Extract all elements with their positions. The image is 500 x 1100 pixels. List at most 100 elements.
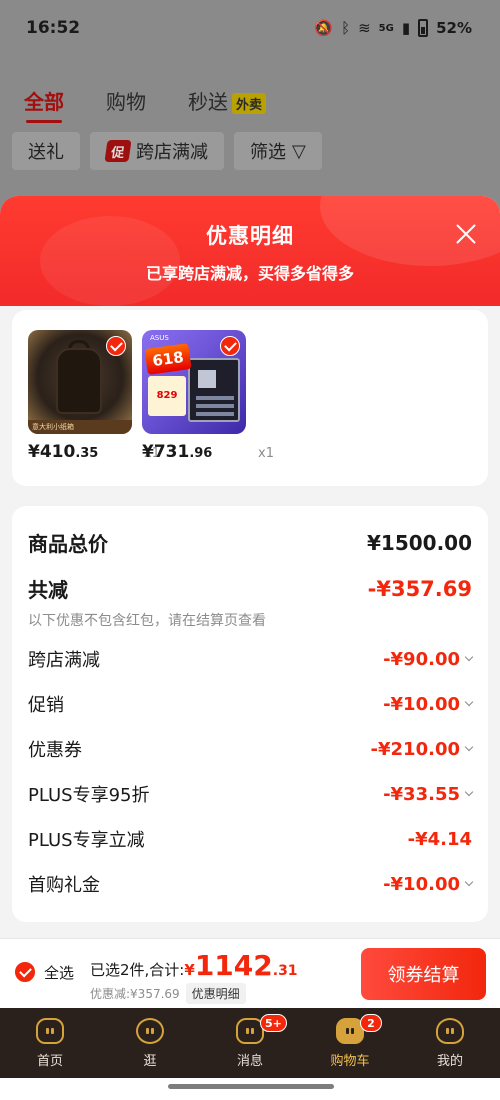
discount-value: -¥90.00	[383, 648, 474, 670]
total-price-label: 商品总价	[28, 532, 108, 556]
motherboard-shape	[188, 358, 240, 422]
select-all-toggle[interactable]: 全选	[14, 961, 74, 983]
total-price-row: 商品总价 ¥1500.00	[28, 528, 472, 557]
funnel-icon: ▽	[292, 140, 306, 162]
selected-check-icon	[220, 336, 240, 356]
category-tabs: 全部 购物 秒送 外卖	[24, 86, 267, 123]
wifi-icon: ≋	[358, 19, 371, 37]
discount-value: -¥33.55	[383, 783, 474, 805]
filter-chips: 送礼 促 跨店满减 筛选 ▽	[12, 132, 322, 170]
tab-instant-delivery[interactable]: 秒送 外卖	[188, 86, 267, 115]
selected-text: 已选2件,合计:	[90, 961, 185, 979]
discount-value: -¥10.00	[383, 693, 474, 715]
chevron-down-icon	[464, 652, 474, 662]
battery-level: 52%	[436, 19, 472, 37]
discount-label: 促销	[28, 695, 64, 716]
chevron-down-icon	[464, 697, 474, 707]
discount-amount: -¥33.55	[383, 783, 460, 805]
promo-badge: 促	[104, 140, 132, 162]
product-item[interactable]: ASUS 618 829 ¥731.96 x1	[142, 330, 274, 462]
filter-screen[interactable]: 筛选 ▽	[234, 132, 322, 170]
discount-label: PLUS专享95折	[28, 785, 150, 806]
discount-row-plus-95[interactable]: PLUS专享95折 -¥33.55	[28, 781, 474, 807]
discount-value: -¥4.14	[408, 829, 472, 850]
signal-icon: ▮	[401, 19, 411, 37]
discount-summary-text: 优惠减:¥357.69	[90, 987, 180, 1001]
network-label: 5G	[378, 22, 394, 34]
discount-value: -¥10.00	[383, 873, 474, 895]
discount-detail-button[interactable]: 优惠明细	[185, 983, 246, 1004]
home-indicator[interactable]	[168, 1084, 334, 1089]
tab-messages[interactable]: 5+ 消息	[200, 1008, 300, 1078]
checkout-button[interactable]: 领券结算	[361, 948, 486, 1000]
discount-amount: -¥90.00	[383, 648, 460, 670]
image-price-box: 829	[148, 376, 186, 416]
discount-label: PLUS专享立减	[28, 830, 145, 851]
discount-row-coupon[interactable]: 优惠券 -¥210.00	[28, 736, 474, 762]
select-all-label: 全选	[44, 963, 75, 982]
tab-browse[interactable]: 逛	[100, 1008, 200, 1078]
total-reduction-row: 共减 -¥357.69	[28, 574, 472, 603]
home-icon	[36, 1017, 64, 1044]
sum-integer: 1142	[194, 949, 273, 982]
sale-badge: 618	[144, 343, 192, 375]
filter-cross-store-label: 跨店满减	[136, 142, 208, 163]
discount-label: 跨店满减	[28, 650, 100, 671]
discount-row-first-purchase[interactable]: 首购礼金 -¥10.00	[28, 871, 474, 897]
tab-label: 消息	[236, 1053, 263, 1069]
tab-shopping[interactable]: 购物	[106, 86, 146, 115]
tab-all[interactable]: 全部	[24, 86, 64, 123]
home-indicator-area	[0, 1078, 500, 1100]
filter-cross-store[interactable]: 促 跨店满减	[90, 132, 224, 170]
tab-me[interactable]: 我的	[400, 1008, 500, 1078]
tab-instant-delivery-label: 秒送	[188, 90, 228, 114]
price-row: ¥731.96 x1	[142, 442, 274, 462]
chevron-down-icon	[464, 742, 474, 752]
product-image-backpack: 意大利小纸箱	[28, 330, 132, 434]
tab-label: 逛	[143, 1053, 157, 1069]
battery-icon	[418, 19, 429, 37]
product-price: ¥731.96	[142, 442, 212, 462]
discount-label: 首购礼金	[28, 875, 100, 896]
discount-amount: -¥10.00	[383, 693, 460, 715]
total-reduction-label: 共减	[28, 578, 68, 602]
mute-icon: 🔕	[314, 19, 334, 37]
bluetooth-icon: ᛒ	[341, 19, 351, 37]
discount-amount: -¥4.14	[407, 828, 472, 850]
discount-note: 以下优惠不包含红包，请在结算页查看	[28, 613, 266, 629]
status-icons: 🔕 ᛒ ≋ 5G ▮ 52%	[314, 19, 472, 37]
product-caption: 意大利小纸箱	[28, 420, 132, 434]
product-item[interactable]: 意大利小纸箱 ¥410.35 x1	[28, 330, 160, 462]
total-price-value: ¥1500.00	[366, 530, 472, 555]
chevron-down-icon	[464, 787, 474, 797]
selected-check-icon	[106, 336, 126, 356]
filter-gift[interactable]: 送礼	[12, 132, 80, 170]
cart-count-badge: 2	[360, 1014, 382, 1032]
product-price: ¥410.35	[28, 442, 98, 462]
chevron-down-icon	[464, 877, 474, 887]
sheet-title: 优惠明细	[206, 224, 294, 248]
sum-decimal: .31	[272, 963, 298, 979]
message-count-badge: 5+	[260, 1014, 287, 1032]
bottom-tab-bar: 首页 逛 5+ 消息 2 购物车 我的	[0, 1008, 500, 1078]
tab-label: 购物车	[330, 1053, 370, 1069]
discount-row-cross-store[interactable]: 跨店满减 -¥90.00	[28, 646, 474, 672]
sheet-subtitle: 已享跨店满减，买得多省得多	[145, 264, 354, 283]
takeout-badge: 外卖	[232, 93, 267, 114]
discount-row-promotion[interactable]: 促销 -¥10.00	[28, 691, 474, 717]
tab-home[interactable]: 首页	[0, 1008, 100, 1078]
discount-amount: -¥10.00	[383, 873, 460, 895]
total-sum: 已选2件,合计: ¥ 1142 .31	[90, 949, 298, 982]
profile-icon	[436, 1017, 464, 1044]
brand-label: ASUS	[150, 334, 169, 342]
close-icon[interactable]	[454, 222, 478, 246]
tab-label: 首页	[36, 1053, 63, 1069]
status-bar: 16:52 🔕 ᛒ ≋ 5G ▮ 52%	[0, 0, 500, 56]
sum-currency: ¥	[184, 961, 195, 979]
tab-cart[interactable]: 2 购物车	[300, 1008, 400, 1078]
price-detail-card: 商品总价 ¥1500.00 共减 -¥357.69 以下优惠不包含红包，请在结算…	[12, 506, 488, 922]
discount-label: 优惠券	[28, 740, 82, 761]
price-int: ¥731	[142, 442, 190, 462]
status-time: 16:52	[26, 18, 81, 38]
price-dec: .96	[189, 446, 213, 461]
